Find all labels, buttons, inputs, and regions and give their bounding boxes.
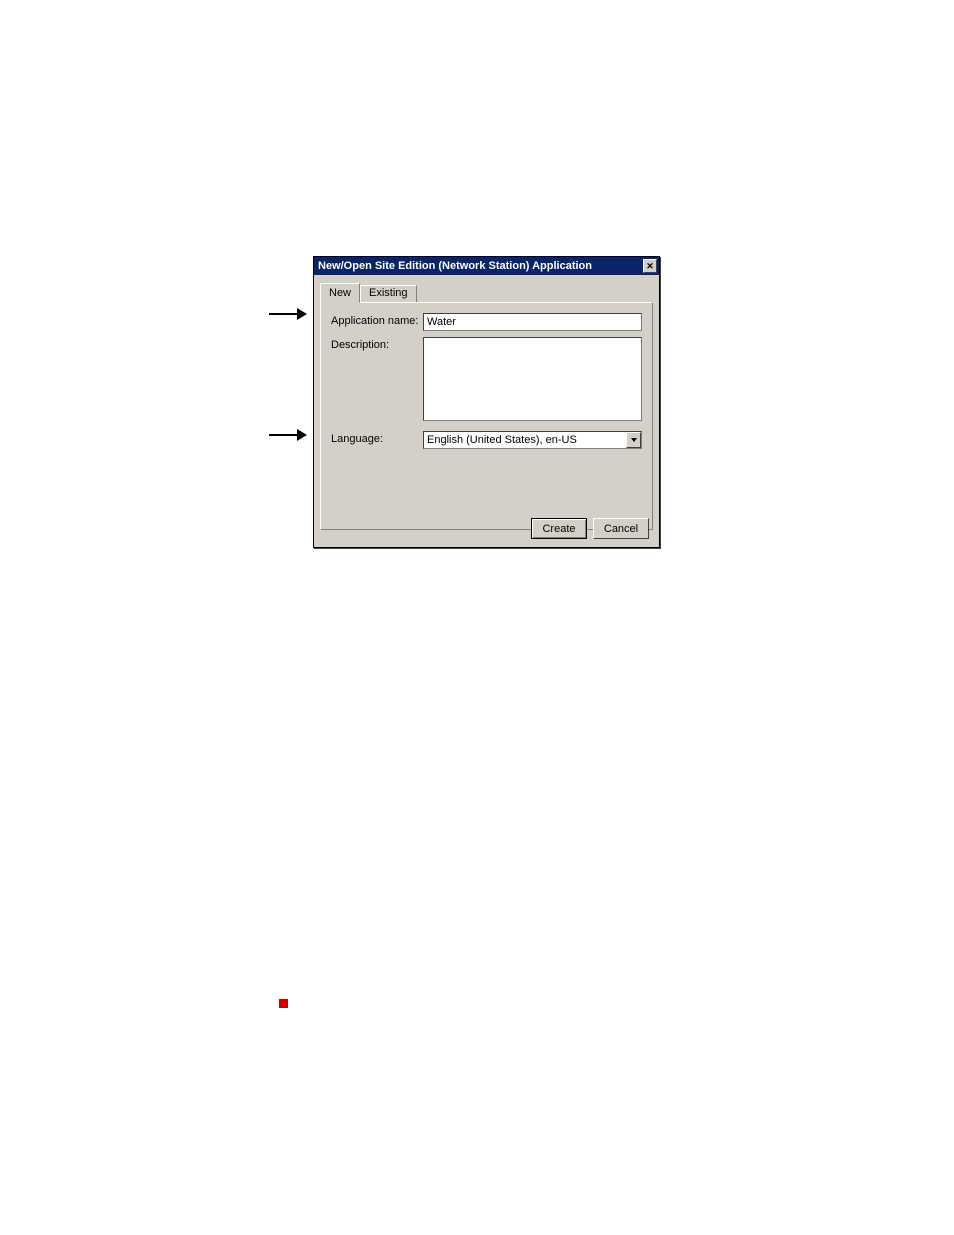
pointer-arrow-icon (269, 429, 309, 441)
tab-strip: New Existing (320, 283, 653, 302)
cancel-button-label: Cancel (604, 523, 638, 535)
pointer-arrow-icon (269, 308, 309, 320)
application-name-input[interactable] (423, 313, 642, 331)
new-open-application-dialog: New/Open Site Edition (Network Station) … (313, 256, 660, 548)
language-select-value: English (United States), en-US (424, 434, 626, 446)
application-name-label: Application name: (331, 313, 423, 331)
dialog-titlebar: New/Open Site Edition (Network Station) … (314, 257, 659, 275)
language-select[interactable]: English (United States), en-US (423, 431, 642, 449)
tab-panel-new: Application name: Description: Language:… (320, 302, 653, 530)
close-icon: ✕ (646, 262, 654, 271)
create-button[interactable]: Create (531, 518, 587, 539)
close-button[interactable]: ✕ (643, 259, 657, 273)
description-label: Description: (331, 337, 423, 421)
language-label: Language: (331, 431, 423, 449)
create-button-label: Create (542, 523, 575, 535)
chevron-down-icon[interactable] (626, 432, 641, 448)
tab-new[interactable]: New (320, 283, 360, 303)
dialog-title: New/Open Site Edition (Network Station) … (318, 260, 592, 272)
tab-existing-label: Existing (369, 287, 408, 299)
red-square-marker-icon (279, 999, 288, 1008)
cancel-button[interactable]: Cancel (593, 518, 649, 539)
tab-existing[interactable]: Existing (360, 285, 417, 302)
description-input[interactable] (423, 337, 642, 421)
tab-new-label: New (329, 287, 351, 299)
